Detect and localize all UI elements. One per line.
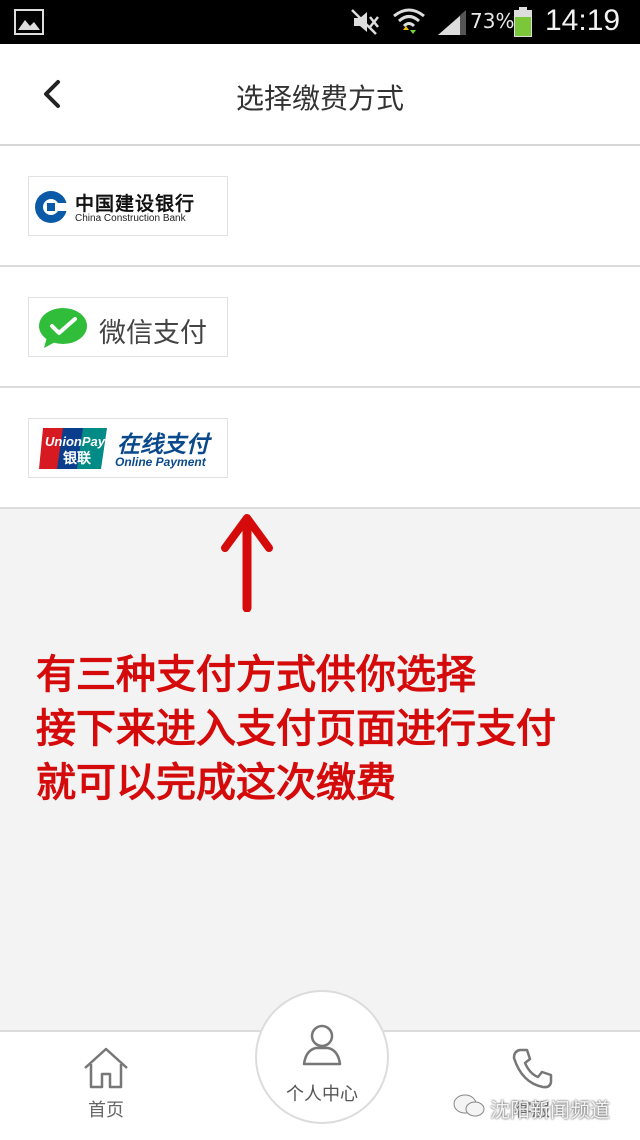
annotation-line-1: 有三种支付方式供你选择	[36, 652, 476, 698]
unionpay-badge-bottom: 银联	[63, 450, 92, 467]
status-clock: 14:19	[545, 4, 621, 37]
page-title: 选择缴费方式	[235, 82, 404, 115]
ccb-logo: 中国建设银行 China Construction Bank	[28, 176, 228, 236]
status-bar: 73% 14:19	[0, 0, 640, 44]
user-icon	[302, 1024, 342, 1066]
unionpay-logo: UnionPay 银联 在线支付 Online Payment	[28, 418, 228, 478]
nav-personal-center[interactable]: 个人中心	[255, 990, 389, 1124]
unionpay-badge-top: UnionPay	[45, 434, 106, 449]
mute-icon	[351, 9, 379, 35]
payment-option-unionpay[interactable]: UnionPay 银联 在线支付 Online Payment	[0, 388, 640, 509]
wechat-pay-icon	[39, 308, 87, 348]
battery-icon	[514, 7, 532, 37]
annotation-text: 有三种支付方式供你选择 接下来进入支付页面进行支付 就可以完成这次缴费	[36, 648, 556, 810]
phone-icon	[512, 1048, 553, 1089]
home-icon	[84, 1047, 128, 1089]
wechat-watermark-icon	[453, 1094, 485, 1117]
annotation-line-3: 就可以完成这次缴费	[36, 760, 396, 806]
unionpay-label-en: Online Payment	[115, 455, 206, 469]
wifi-icon	[393, 8, 425, 34]
unionpay-badge-icon: UnionPay 银联	[39, 428, 107, 469]
ccb-name-cn: 中国建设银行	[75, 193, 196, 215]
wechat-pay-logo: 微信支付	[28, 297, 228, 357]
wechat-pay-label: 微信支付	[99, 318, 207, 349]
payment-option-wechat[interactable]: 微信支付	[0, 267, 640, 388]
watermark-text: 沈阳新闻频道	[490, 1098, 610, 1122]
battery-percent: 73%	[470, 9, 515, 33]
ccb-emblem-icon	[35, 191, 68, 223]
nav-home[interactable]: 首页	[66, 1046, 146, 1132]
gallery-icon	[14, 9, 44, 35]
signal-icon	[438, 10, 466, 35]
unionpay-label-cn: 在线支付	[117, 432, 209, 458]
ccb-name-en: China Construction Bank	[75, 213, 186, 224]
annotation-arrow-up-icon	[221, 514, 273, 612]
nav-personal-center-label: 个人中心	[286, 1084, 358, 1105]
header-bar: 选择缴费方式	[0, 44, 640, 146]
annotation-line-2: 接下来进入支付页面进行支付	[36, 706, 556, 752]
nav-home-label: 首页	[88, 1100, 124, 1121]
payment-option-ccb[interactable]: 中国建设银行 China Construction Bank	[0, 146, 640, 267]
